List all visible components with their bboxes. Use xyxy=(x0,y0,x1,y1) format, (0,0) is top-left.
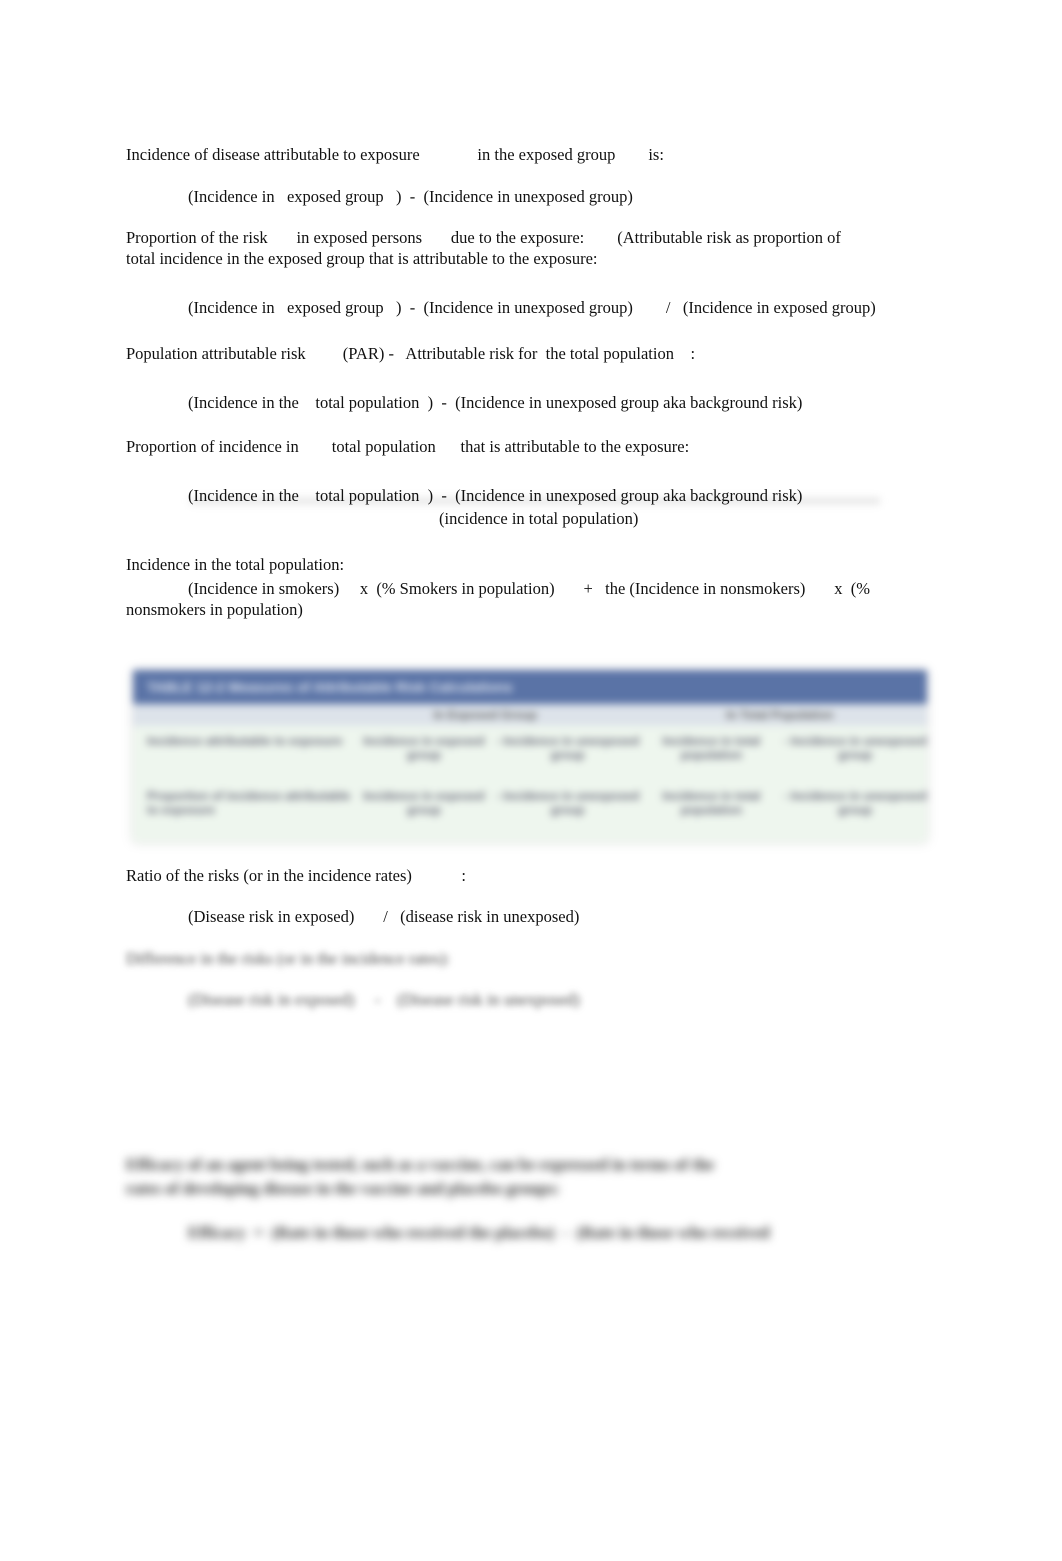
table-header-cell xyxy=(133,704,338,726)
total-incidence-formula: (Incidence in smokers) x (% Smokers in p… xyxy=(188,579,870,598)
attributable-risk-formula: (Incidence in exposed group ) - (Inciden… xyxy=(188,187,633,206)
table-cell: Proportion of incidence attributable to … xyxy=(147,789,351,817)
risk-difference-heading: Difference in the risks (or in the incid… xyxy=(126,949,451,968)
total-incidence-formula-cont: nonsmokers in population) xyxy=(126,600,303,619)
attributable-risk-table: TABLE 12-2 Measures of Attributable Risk… xyxy=(133,670,927,842)
table-cell: Incidence in total population xyxy=(662,734,761,762)
table-cell: - Incidence in unexposed group xyxy=(783,789,927,817)
table-header-row: In Exposed Group In Total Population xyxy=(133,704,927,726)
table-header-cell: In Total Population xyxy=(726,708,834,722)
table-cell: - Incidence in unexposed group xyxy=(783,734,927,762)
relative-risk-heading: Ratio of the risks (or in the incidence … xyxy=(126,866,466,885)
par-proportion-heading: Proportion of incidence in total populat… xyxy=(126,437,690,456)
table-row: Incidence attributable to exposure Incid… xyxy=(133,726,927,781)
efficacy-heading-cont: rates of developing disease in the vacci… xyxy=(126,1179,560,1198)
attributable-risk-heading: Incidence of disease attributable to exp… xyxy=(126,145,664,164)
proportion-risk-heading: Proportion of the risk in exposed person… xyxy=(126,228,841,247)
efficacy-heading: Efficacy of an agent being tested, such … xyxy=(126,1155,715,1174)
par-proportion-numerator: (Incidence in the total population ) - (… xyxy=(188,486,803,505)
table-title: TABLE 12-2 Measures of Attributable Risk… xyxy=(133,670,927,704)
table-header-cell: In Exposed Group xyxy=(433,708,537,722)
table-cell: Incidence in exposed group xyxy=(363,789,485,817)
table-row: Proportion of incidence attributable to … xyxy=(133,781,927,836)
table-cell: Incidence in exposed group xyxy=(363,734,485,762)
table-cell: Incidence attributable to exposure xyxy=(147,734,343,748)
total-incidence-heading: Incidence in the total population: xyxy=(126,555,345,574)
par-proportion-denominator: (incidence in total population) xyxy=(439,509,639,528)
relative-risk-formula: (Disease risk in exposed) / (disease ris… xyxy=(188,907,580,926)
par-formula: (Incidence in the total population ) - (… xyxy=(188,393,803,412)
table-cell: - Incidence in unexposed group xyxy=(495,734,640,762)
par-heading: Population attributable risk (PAR) - Att… xyxy=(126,344,696,363)
proportion-risk-heading-cont: total incidence in the exposed group tha… xyxy=(126,249,598,268)
efficacy-formula: Efficacy = (Rate in those who received t… xyxy=(188,1223,770,1242)
proportion-risk-formula: (Incidence in exposed group ) - (Inciden… xyxy=(188,298,876,317)
table-cell: - Incidence in unexposed group xyxy=(495,789,640,817)
table-cell: Incidence in total population xyxy=(662,789,761,817)
risk-difference-formula: (Disease risk in exposed) - (Disease ris… xyxy=(188,990,580,1009)
